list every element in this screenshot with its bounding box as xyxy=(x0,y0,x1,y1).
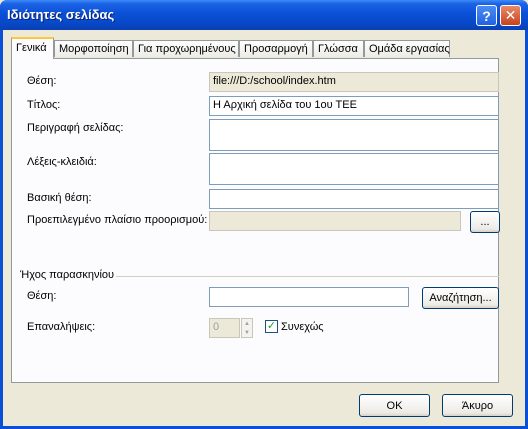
sound-location-label: Θέση: xyxy=(27,290,57,302)
title-bar[interactable]: Ιδιότητες σελίδας ? ✕ xyxy=(0,0,528,30)
location-label: Θέση: xyxy=(27,75,57,87)
loop-spinner: ▲ ▼ xyxy=(241,318,253,338)
close-icon: ✕ xyxy=(504,7,517,23)
group-divider xyxy=(116,276,499,277)
location-field: file:///D:/school/index.htm xyxy=(209,72,499,92)
default-target-field xyxy=(209,211,461,231)
tab-formatting[interactable]: Μορφοποίηση xyxy=(54,40,133,57)
tab-customize[interactable]: Προσαρμογή xyxy=(239,40,313,57)
spin-up-icon: ▲ xyxy=(244,320,250,327)
close-button[interactable]: ✕ xyxy=(500,5,521,26)
tab-label: Ομάδα εργασίας xyxy=(369,43,450,55)
forever-checkbox[interactable]: ✓ xyxy=(265,320,278,333)
change-target-button[interactable]: ... xyxy=(470,211,500,233)
checkmark-icon: ✓ xyxy=(266,320,277,332)
spin-down-icon: ▼ xyxy=(244,329,250,336)
window-title: Ιδιότητες σελίδας xyxy=(7,7,115,22)
tab-label: Για προχωρημένους xyxy=(138,43,236,55)
tab-label: Προσαρμογή xyxy=(244,43,308,55)
tab-label: Μορφοποίηση xyxy=(59,43,129,55)
base-location-label: Βασική θέση: xyxy=(27,192,92,204)
tab-language[interactable]: Γλώσσα xyxy=(313,40,364,57)
sound-location-field[interactable] xyxy=(209,287,409,307)
dialog-client: Γενικά Μορφοποίηση Για προχωρημένους Προ… xyxy=(3,30,525,426)
tab-general[interactable]: Γενικά xyxy=(11,37,54,59)
background-sound-group-label: Ήχος παρασκηνίου xyxy=(20,269,115,281)
description-field[interactable] xyxy=(209,119,499,151)
tab-label: Γενικά xyxy=(16,42,47,54)
cancel-button-label: Άκυρο xyxy=(461,399,494,412)
browse-button[interactable]: Αναζήτηση... xyxy=(422,287,499,309)
forever-label: Συνεχώς xyxy=(281,321,324,333)
default-target-label: Προεπιλεγμένο πλαίσιο προορισμού: xyxy=(27,214,208,226)
dialog-window: Ιδιότητες σελίδας ? ✕ Γενικά Μορφοποίηση… xyxy=(0,0,528,429)
tab-label: Γλώσσα xyxy=(318,43,358,55)
cancel-button[interactable]: Άκυρο xyxy=(442,394,513,417)
ok-button-label: OK xyxy=(386,399,403,412)
keywords-label: Λέξεις-κλειδιά: xyxy=(27,156,97,168)
title-label: Τίτλος: xyxy=(27,99,61,111)
loop-label: Επαναλήψεις: xyxy=(27,321,96,333)
browse-button-label: Αναζήτηση... xyxy=(429,292,492,304)
base-location-field[interactable] xyxy=(209,189,499,209)
general-panel: Θέση: file:///D:/school/index.htm Τίτλος… xyxy=(11,58,500,383)
ok-button[interactable]: OK xyxy=(359,394,430,417)
tab-workgroup[interactable]: Ομάδα εργασίας xyxy=(364,40,450,57)
keywords-field[interactable] xyxy=(209,153,499,185)
help-button[interactable]: ? xyxy=(476,5,497,26)
title-field[interactable]: Η Αρχική σελίδα του 1ου ΤΕΕ xyxy=(209,96,499,116)
pencil-icon: ... xyxy=(480,216,490,228)
loop-count-input: 0 xyxy=(209,318,240,338)
help-icon: ? xyxy=(482,7,491,24)
description-label: Περιγραφή σελίδας: xyxy=(27,122,124,134)
tab-advanced[interactable]: Για προχωρημένους xyxy=(133,40,239,57)
